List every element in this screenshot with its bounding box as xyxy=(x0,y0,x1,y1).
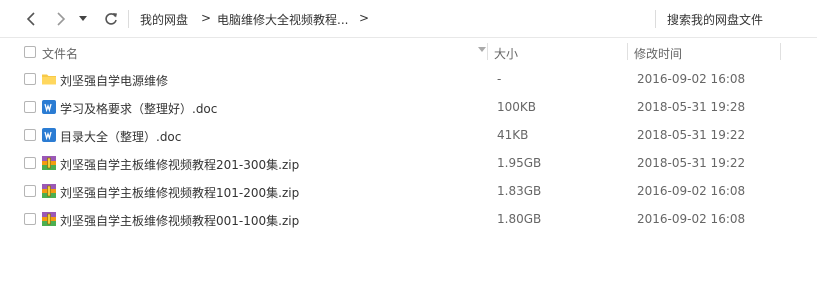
breadcrumb-current[interactable]: 电脑维修大全视频教程... xyxy=(217,11,348,28)
file-modified: 2018-05-31 19:22 xyxy=(637,156,746,170)
file-modified: 2018-05-31 19:28 xyxy=(637,100,746,114)
refresh-button[interactable] xyxy=(101,9,121,29)
file-size: 1.83GB xyxy=(497,184,542,198)
file-size: 41KB xyxy=(497,128,529,142)
column-name-header[interactable]: 文件名 xyxy=(42,45,78,62)
file-name[interactable]: 刘坚强自学电源维修 xyxy=(60,72,168,89)
history-dropdown-button[interactable] xyxy=(73,9,93,29)
folder-icon xyxy=(42,74,56,85)
file-name[interactable]: 学习及格要求（整理好）.doc xyxy=(60,100,217,117)
file-modified: 2016-09-02 16:08 xyxy=(637,72,746,86)
list-item[interactable]: 刘坚强自学主板维修视频教程001-100集.zip 1.80GB 2016-09… xyxy=(0,205,817,233)
word-doc-icon xyxy=(42,128,56,142)
list-item[interactable]: 刘坚强自学电源维修 - 2016-09-02 16:08 xyxy=(0,65,817,93)
divider xyxy=(128,10,129,28)
row-checkbox[interactable] xyxy=(24,213,36,225)
list-item[interactable]: 刘坚强自学主板维修视频教程201-300集.zip 1.95GB 2018-05… xyxy=(0,149,817,177)
file-name[interactable]: 刘坚强自学主板维修视频教程001-100集.zip xyxy=(60,212,299,229)
word-doc-icon xyxy=(42,100,56,114)
refresh-icon xyxy=(105,13,117,25)
file-size: 100KB xyxy=(497,100,537,114)
zip-archive-icon xyxy=(42,212,56,226)
select-all-checkbox[interactable] xyxy=(24,46,36,58)
row-checkbox[interactable] xyxy=(24,157,36,169)
zip-archive-icon xyxy=(42,184,56,198)
forward-button[interactable] xyxy=(51,9,71,29)
column-header: 文件名 大小 修改时间 xyxy=(0,38,817,65)
column-divider[interactable] xyxy=(487,43,488,60)
file-name[interactable]: 目录大全（整理）.doc xyxy=(60,128,181,145)
zip-archive-icon xyxy=(42,156,56,170)
file-modified: 2016-09-02 16:08 xyxy=(637,212,746,226)
file-name[interactable]: 刘坚强自学主板维修视频教程101-200集.zip xyxy=(60,184,299,201)
caret-down-icon xyxy=(79,16,87,21)
back-button[interactable] xyxy=(21,9,41,29)
row-checkbox[interactable] xyxy=(24,73,36,85)
breadcrumb-separator: > xyxy=(201,11,212,25)
divider xyxy=(655,10,656,28)
file-size: 1.95GB xyxy=(497,156,542,170)
navigation-bar: 我的网盘 > 电脑维修大全视频教程... > 搜索我的网盘文件 xyxy=(0,0,817,38)
file-name[interactable]: 刘坚强自学主板维修视频教程201-300集.zip xyxy=(60,156,299,173)
column-divider[interactable] xyxy=(627,43,628,60)
column-size-header[interactable]: 大小 xyxy=(494,45,518,62)
list-item[interactable]: 学习及格要求（整理好）.doc 100KB 2018-05-31 19:28 xyxy=(0,93,817,121)
chevron-right-icon xyxy=(57,12,66,26)
row-checkbox[interactable] xyxy=(24,185,36,197)
column-modified-header[interactable]: 修改时间 xyxy=(634,45,682,62)
file-modified: 2016-09-02 16:08 xyxy=(637,184,746,198)
sort-caret-icon[interactable] xyxy=(478,47,486,53)
row-checkbox[interactable] xyxy=(24,129,36,141)
search-files-link[interactable]: 搜索我的网盘文件 xyxy=(667,11,763,28)
chevron-left-icon xyxy=(26,12,35,26)
breadcrumb-expand-arrow[interactable]: > xyxy=(359,11,369,25)
list-item[interactable]: 目录大全（整理）.doc 41KB 2018-05-31 19:22 xyxy=(0,121,817,149)
file-size: - xyxy=(497,72,502,86)
row-checkbox[interactable] xyxy=(24,101,36,113)
file-modified: 2018-05-31 19:22 xyxy=(637,128,746,142)
column-divider[interactable] xyxy=(780,43,781,60)
breadcrumb-root[interactable]: 我的网盘 xyxy=(140,11,188,28)
list-item[interactable]: 刘坚强自学主板维修视频教程101-200集.zip 1.83GB 2016-09… xyxy=(0,177,817,205)
file-size: 1.80GB xyxy=(497,212,542,226)
